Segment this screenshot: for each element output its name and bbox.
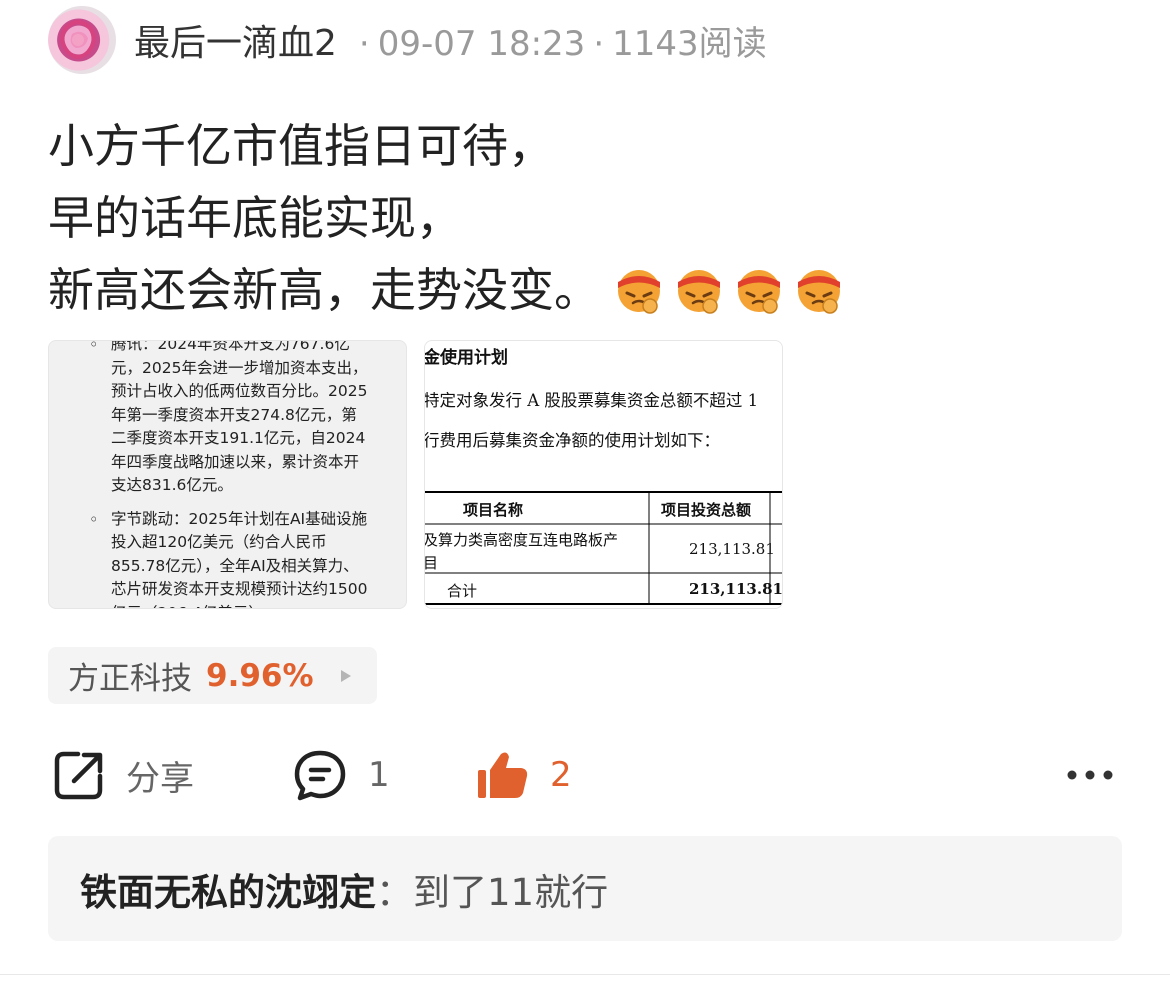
angry-headband-emoji [798,270,840,314]
table-header-amount: 项目投资总额 [661,501,752,519]
comment-preview[interactable]: 铁面无私的沈翊定：到了11就行 [48,836,1122,941]
commenter-name[interactable]: 铁面无私的沈翊定 [80,862,376,916]
image-1-item: ◦ 字节跳动：2025年计划在AI基础设施投入超120亿美元（约合人民币855.7… [89,508,370,609]
emoji-group [614,264,844,314]
post-body: 小方千亿市值指日可待， 早的话年底能实现， 新高还会新高，走势没变。 [48,110,844,326]
table-cell: 目 [424,554,439,572]
action-bar: 分享 1 2 [0,740,1170,810]
divider [0,974,1170,975]
post-line: 小方千亿市值指日可待， [48,119,554,173]
image-1-content: ◦ 腾讯：2024年资本开支为767.6亿元，2025年会进一步增加资本支出，预计… [49,340,406,609]
table-cell: 213,113.81 [689,580,783,598]
image-1-item-text: 腾讯：2024年资本开支为767.6亿元，2025年会进一步增加资本支出，预计占… [111,340,368,494]
attached-image-2[interactable]: 金使用计划 特定对象发行 A 股股票募集资金总额不超过 1 行费用后募集资金净额… [424,340,783,609]
angry-headband-emoji [618,270,660,314]
avatar[interactable] [48,6,116,74]
share-label: 分享 [126,758,194,799]
table-cell: 合计 [447,582,478,600]
attached-image-1[interactable]: ◦ 腾讯：2024年资本开支为767.6亿元，2025年会进一步增加资本支出，预计… [48,340,407,609]
table-cell: 213,113.81 [689,540,775,558]
stock-change: 9.96% [206,657,314,694]
post-line-text: 新高还会新高，走势没变。 [48,263,600,317]
read-count: 1143阅读 [612,23,767,64]
comment-icon [294,750,346,801]
comment-count: 1 [368,755,390,795]
share-icon [54,751,103,800]
image-1-item-text: 字节跳动：2025年计划在AI基础设施投入超120亿美元（约合人民币855.78… [111,509,368,609]
table-cell: 及算力类高密度互连电路板产 [424,531,619,549]
post-line: 早的话年底能实现， [48,191,462,245]
comment-button[interactable]: 1 [292,740,390,810]
post-line: 新高还会新高，走势没变。 [48,254,844,326]
more-dots-icon [1067,770,1113,780]
post-date: 09-07 18:23 [377,23,586,64]
author-name[interactable]: 最后一滴血2 [134,14,337,66]
meta-separator: · [593,23,605,64]
post-meta: · 09-07 18:23 · 1143阅读 [351,16,767,65]
meta-separator: · [358,23,370,64]
image-2-table [425,491,782,605]
angry-headband-emoji [738,270,780,314]
table-header-name: 项目名称 [463,501,524,519]
play-arrow-icon [340,669,351,682]
more-button[interactable] [1066,740,1114,810]
stock-name: 方正科技 [68,661,192,697]
share-button[interactable]: 分享 [52,740,194,810]
comment-text: 到了11就行 [413,870,609,914]
post-header: 最后一滴血2 · 09-07 18:23 · 1143阅读 [48,6,767,74]
stock-tag[interactable]: 方正科技 9.96% [48,647,377,704]
bullet: ◦ [89,340,99,354]
angry-headband-emoji [678,270,720,314]
thumbs-up-icon [478,752,528,798]
bullet: ◦ [89,509,99,529]
like-count: 2 [550,755,572,795]
comment-colon: ： [376,870,413,914]
image-1-item: ◦ 腾讯：2024年资本开支为767.6亿元，2025年会进一步增加资本支出，预计… [89,340,370,498]
like-button[interactable]: 2 [474,740,572,810]
